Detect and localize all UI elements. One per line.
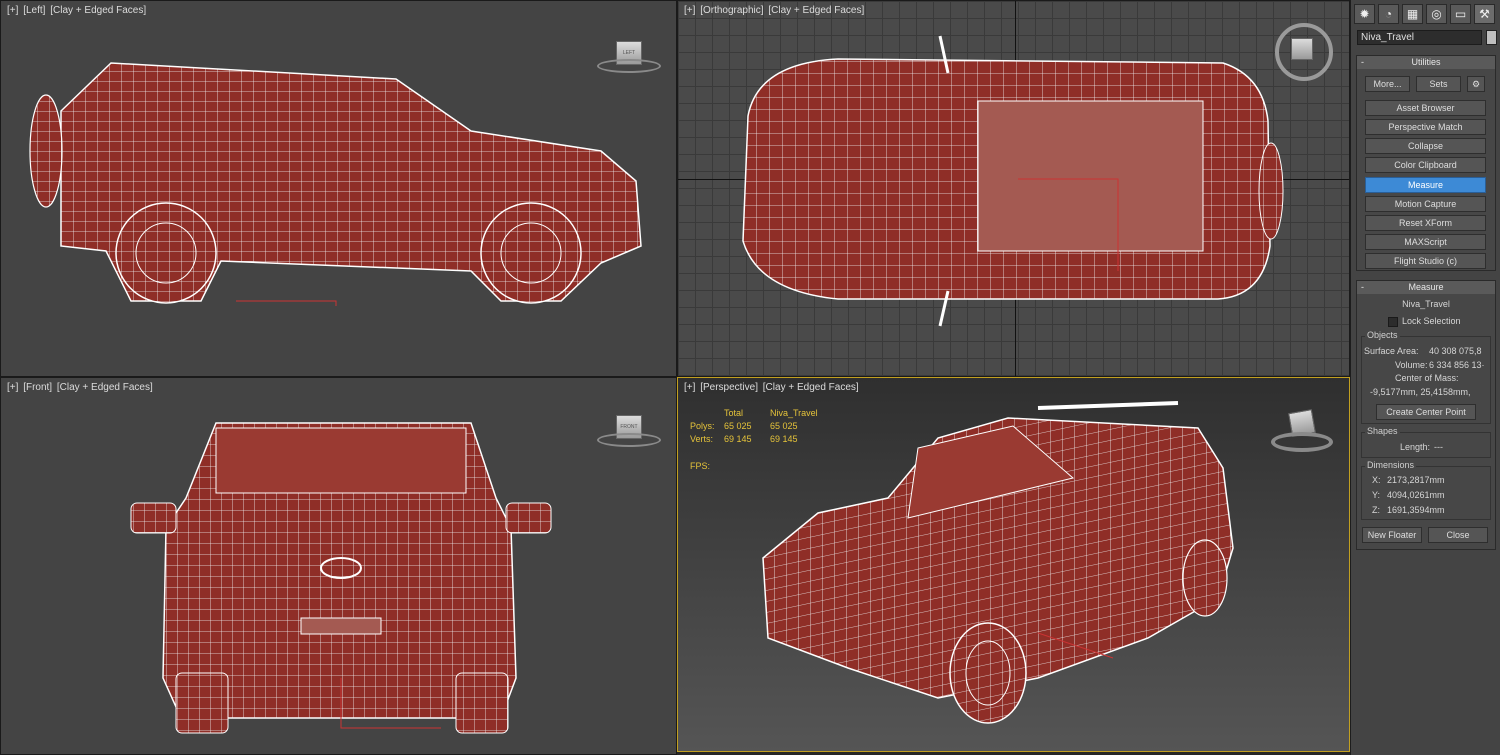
car-front-mesh (130, 422, 552, 734)
motion-icon[interactable]: ◎ (1426, 4, 1447, 24)
viewport-perspective[interactable]: [+] [Perspective] [Clay + Edged Faces] T… (677, 377, 1350, 752)
measure-rollout-header[interactable]: - Measure (1357, 281, 1495, 294)
dimension-y-value: 4094,0261mm (1387, 490, 1445, 500)
create-icon[interactable]: ✹ (1354, 4, 1375, 24)
viewport-orthographic[interactable]: [+] [Orthographic] [Clay + Edged Faces] (677, 0, 1350, 377)
utility-flight-studio[interactable]: Flight Studio (c) (1365, 253, 1486, 269)
utility-measure[interactable]: Measure (1365, 177, 1486, 193)
utility-maxscript[interactable]: MAXScript (1365, 234, 1486, 250)
utility-asset-browser[interactable]: Asset Browser (1365, 100, 1486, 116)
utility-color-clipboard[interactable]: Color Clipboard (1365, 157, 1486, 173)
utility-collapse[interactable]: Collapse (1365, 138, 1486, 154)
measured-object-name: Niva_Travel (1402, 299, 1450, 309)
utility-perspective-match[interactable]: Perspective Match (1365, 119, 1486, 135)
shapes-group: Shapes Length: --- (1361, 426, 1491, 458)
lock-selection-label[interactable]: Lock Selection (1402, 316, 1461, 326)
surface-area-label: Surface Area: (1364, 346, 1419, 356)
volume-label: Volume: (1395, 360, 1428, 370)
utilities-rollout-header[interactable]: - Utilities (1357, 56, 1495, 69)
new-floater-button[interactable]: New Floater (1362, 527, 1422, 543)
car-perspective-mesh (762, 401, 1234, 724)
utility-motion-capture[interactable]: Motion Capture (1365, 196, 1486, 212)
viewport-front[interactable]: [+] [Front] [Clay + Edged Faces] FRONT (0, 377, 677, 755)
display-icon[interactable]: ▭ (1450, 4, 1471, 24)
utilities-rollout: - Utilities More... Sets ⚙ Asset Browser… (1356, 55, 1496, 271)
lock-selection-checkbox[interactable] (1388, 317, 1398, 327)
configure-sets-icon[interactable]: ⚙ (1467, 76, 1485, 92)
sets-button[interactable]: Sets (1416, 76, 1461, 92)
volume-value: 6 334 856 13· (1429, 360, 1485, 370)
utilities-icon[interactable]: ⚒ (1474, 4, 1495, 24)
command-panel: ✹ ◔ ▦ ◎ ▭ ⚒ Niva_Travel - Utilities More… (1350, 0, 1500, 755)
surface-area-value: 40 308 075,8 (1429, 346, 1482, 356)
collapse-icon: - (1361, 57, 1364, 67)
objects-group: Objects Surface Area: 40 308 075,8 Volum… (1361, 330, 1491, 424)
hierarchy-icon[interactable]: ▦ (1402, 4, 1423, 24)
dimension-x-value: 2173,2817mm (1387, 475, 1445, 485)
viewport-left[interactable]: [+] [Left] [Clay + Edged Faces] LEFT (0, 0, 677, 377)
dimension-y-label: Y: (1372, 490, 1381, 500)
center-of-mass-label: Center of Mass: (1395, 373, 1459, 383)
object-color-swatch[interactable] (1486, 30, 1497, 45)
dimension-z-value: 1691,3594mm (1387, 505, 1445, 515)
utility-reset-xform[interactable]: Reset XForm (1365, 215, 1486, 231)
command-panel-tabs: ✹ ◔ ▦ ◎ ▭ ⚒ (1354, 4, 1495, 24)
dimensions-group: Dimensions X: 2173,2817mm Y: 4094,0261mm… (1361, 460, 1491, 520)
create-center-point-button[interactable]: Create Center Point (1376, 404, 1476, 420)
dimension-x-label: X: (1372, 475, 1381, 485)
measure-rollout: - Measure Niva_Travel Lock Selection Obj… (1356, 280, 1496, 550)
more-button[interactable]: More... (1365, 76, 1410, 92)
length-label: Length: (1400, 442, 1431, 452)
object-name-field[interactable]: Niva_Travel (1357, 30, 1482, 45)
dimension-z-label: Z: (1372, 505, 1380, 515)
car-top-mesh (742, 35, 1284, 327)
modify-icon[interactable]: ◔ (1378, 4, 1399, 24)
length-value: --- (1434, 442, 1443, 452)
collapse-icon: - (1361, 282, 1364, 292)
car-side-mesh (29, 62, 642, 306)
center-of-mass-value: -9,5177mm, 25,4158mm, (1370, 387, 1471, 397)
close-button[interactable]: Close (1428, 527, 1488, 543)
